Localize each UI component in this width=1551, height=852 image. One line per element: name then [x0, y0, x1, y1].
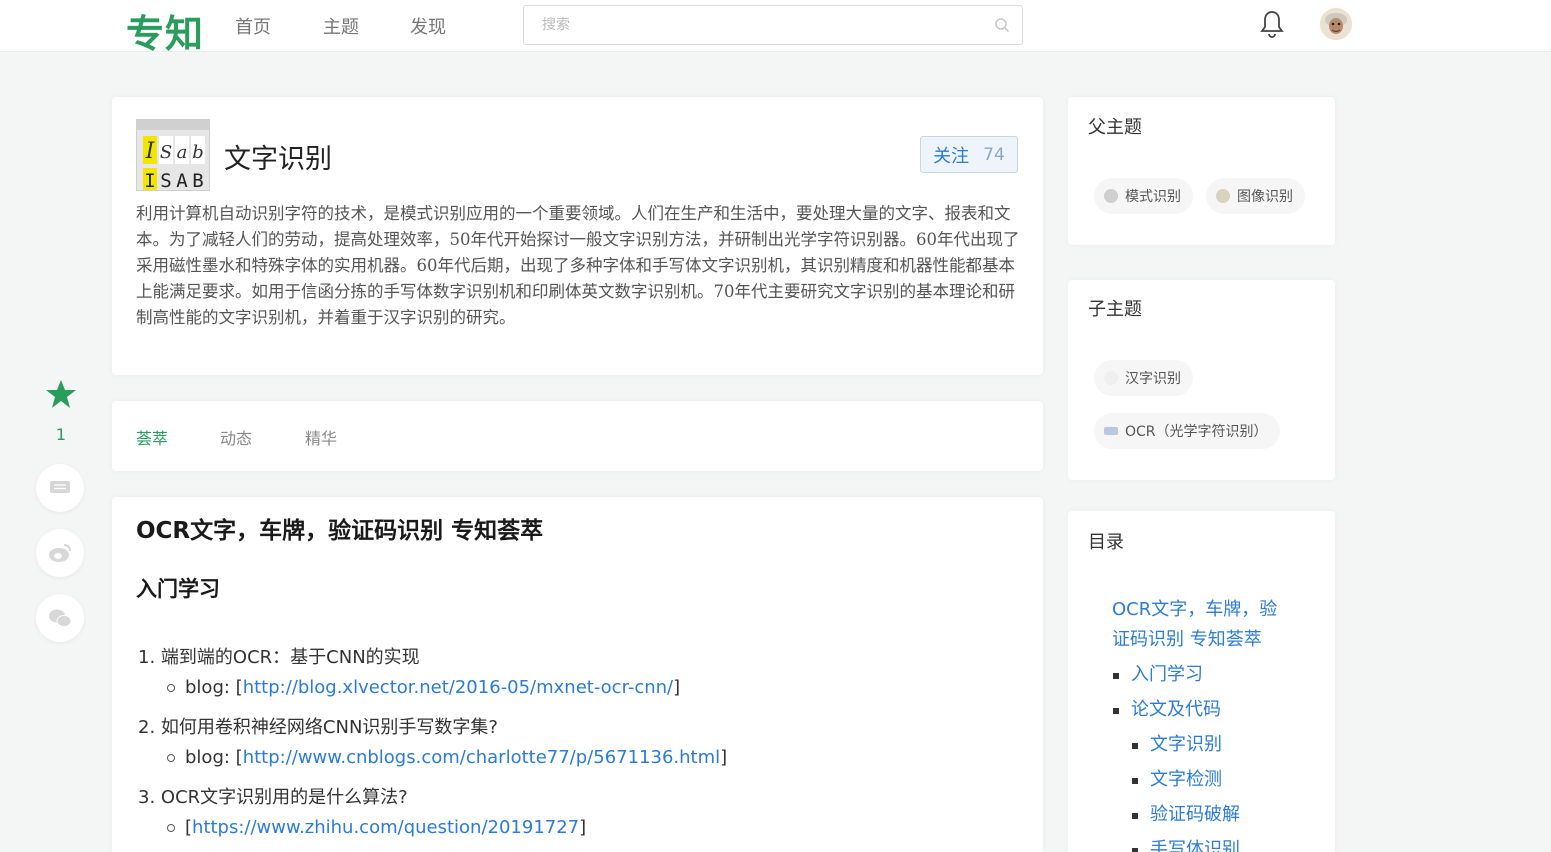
- follow-count: 74: [983, 144, 1005, 165]
- toc-bullet-icon: [1132, 848, 1138, 852]
- chip-label: 汉字识别: [1125, 371, 1181, 387]
- star-count: 1: [55, 425, 67, 444]
- topic-thumb-icon: [1216, 189, 1230, 203]
- article-link[interactable]: http://blog.xlvector.net/2016-05/mxnet-o…: [243, 677, 673, 698]
- topic-image-char: I: [145, 139, 156, 164]
- child-topics-card: 子主题 汉字识别 OCR（光学字符识别）: [1068, 280, 1335, 480]
- article-card: OCR文字，车牌，验证码识别 专知荟萃 入门学习 1. 端到端的OCR：基于CN…: [112, 497, 1043, 852]
- follow-label: 关注: [933, 145, 970, 167]
- topic-description: 利用计算机自动识别字符的技术，是模式识别应用的一个重要领域。人们在生产和生活中，…: [136, 204, 1020, 327]
- topic-card: I S a b I S A B 文字识别 关注 74 利用计算机自动识别字符的技…: [112, 97, 1043, 375]
- list-sub-item: blog: [http://blog.xlvector.net/2016-05/…: [167, 677, 680, 698]
- follow-button[interactable]: 关注 74: [920, 136, 1018, 173]
- topic-image-char: a: [177, 142, 188, 163]
- topic-image-char: B: [192, 170, 203, 191]
- topic-image-char: S: [160, 170, 171, 191]
- wechat-icon: [49, 609, 72, 627]
- topic-thumb-icon: [1104, 189, 1118, 203]
- article-link[interactable]: http://www.cnblogs.com/charlotte77/p/567…: [243, 747, 720, 768]
- nav-home[interactable]: 首页: [235, 13, 271, 39]
- weibo-share-button[interactable]: [36, 529, 84, 577]
- chip-label: 模式识别: [1125, 189, 1181, 205]
- article-title: OCR文字，车牌，验证码识别 专知荟萃: [136, 518, 544, 544]
- topic-image-char: A: [176, 170, 188, 191]
- topic-title: 文字识别: [224, 144, 332, 175]
- search-input[interactable]: [524, 6, 964, 44]
- topic-image: I S a b I S A B: [136, 119, 210, 191]
- section-heading: 入门学习: [136, 577, 220, 601]
- bell-icon[interactable]: [1258, 9, 1286, 39]
- tab-jinghua[interactable]: 精华: [305, 425, 337, 449]
- weibo-icon: [49, 544, 71, 562]
- topic-image-char: S: [160, 142, 172, 163]
- child-topic-chip[interactable]: 汉字识别: [1094, 360, 1193, 396]
- list-sub-item: blog: [http://www.cnblogs.com/charlotte7…: [167, 747, 727, 768]
- bullet-icon: [167, 823, 175, 832]
- chip-label: OCR（光学字符识别）: [1125, 424, 1268, 440]
- sub-prefix: [: [185, 817, 193, 838]
- list-text: 如何用卷积神经网络CNN识别手写数字集?: [160, 717, 498, 738]
- search-icon[interactable]: [994, 17, 1010, 33]
- toc-link[interactable]: 入门学习: [1131, 660, 1203, 690]
- parent-topic-chip[interactable]: 图像识别: [1206, 178, 1305, 214]
- site-logo[interactable]: 专知: [126, 3, 204, 58]
- child-topics-title: 子主题: [1088, 299, 1142, 320]
- topic-image-char: b: [192, 142, 204, 163]
- chip-label: 图像识别: [1237, 189, 1293, 205]
- sub-prefix: blog: [: [185, 747, 243, 768]
- toc-bullet-icon: [1113, 673, 1119, 679]
- toc-bullet-icon: [1132, 813, 1138, 819]
- toc-bullet-icon: [1132, 743, 1138, 749]
- tab-huicui[interactable]: 荟萃: [136, 425, 168, 449]
- parent-topics-title: 父主题: [1088, 117, 1142, 138]
- nav-topics[interactable]: 主题: [323, 13, 359, 39]
- toc-bullet-icon: [1132, 778, 1138, 784]
- list-number: 2.: [138, 717, 156, 738]
- nav-discover[interactable]: 发现: [410, 13, 446, 39]
- top-header: 专知 首页 主题 发现: [0, 0, 1551, 56]
- parent-topic-chip[interactable]: 模式识别: [1094, 178, 1193, 214]
- bullet-icon: [167, 683, 175, 692]
- list-sub-item: [https://www.zhihu.com/question/20191727…: [167, 817, 586, 838]
- search-box: [523, 5, 1023, 45]
- article-link[interactable]: https://www.zhihu.com/question/20191727: [192, 817, 579, 838]
- sub-suffix: ]: [720, 747, 728, 768]
- topic-thumb-icon: [1104, 427, 1118, 435]
- sub-prefix: blog: [: [185, 677, 243, 698]
- sub-suffix: ]: [673, 677, 681, 698]
- user-avatar[interactable]: [1320, 8, 1352, 40]
- toc-link[interactable]: 文字检测: [1150, 765, 1222, 795]
- toc-link[interactable]: OCR文字，车牌，验: [1112, 595, 1277, 625]
- toc-link[interactable]: 验证码破解: [1150, 800, 1240, 830]
- toc-card: 目录 OCR文字，车牌，验 证码识别 专知荟萃 入门学习 论文及代码 文字识别 …: [1068, 511, 1335, 852]
- list-item: 1. 端到端的OCR：基于CNN的实现: [138, 643, 420, 669]
- list-number: 1.: [138, 647, 156, 668]
- list-text: OCR文字识别用的是什么算法?: [160, 787, 408, 808]
- parent-topics-card: 父主题 模式识别 图像识别: [1068, 97, 1335, 245]
- list-number: 3.: [138, 787, 156, 808]
- toc-link[interactable]: 手写体识别: [1150, 835, 1240, 852]
- toc-link[interactable]: 证码识别 专知荟萃: [1112, 625, 1262, 655]
- topic-image-char: I: [144, 170, 155, 191]
- child-topic-chip[interactable]: OCR（光学字符识别）: [1094, 413, 1280, 449]
- topic-thumb-icon: [1104, 371, 1118, 385]
- toc-title: 目录: [1088, 532, 1124, 553]
- sub-suffix: ]: [579, 817, 587, 838]
- list-text: 端到端的OCR：基于CNN的实现: [160, 647, 420, 668]
- toc-link[interactable]: 文字识别: [1150, 730, 1222, 760]
- wechat-share-button[interactable]: [36, 594, 84, 642]
- tab-dongtai[interactable]: 动态: [220, 425, 252, 449]
- list-item: 3. OCR文字识别用的是什么算法?: [138, 783, 408, 809]
- bullet-icon: [167, 753, 175, 762]
- list-item: 2. 如何用卷积神经网络CNN识别手写数字集?: [138, 713, 498, 739]
- tabs-bar: 荟萃 动态 精华: [112, 401, 1043, 471]
- toc-bullet-icon: [1113, 708, 1119, 714]
- star-icon[interactable]: [44, 377, 78, 411]
- comment-button[interactable]: [36, 464, 84, 512]
- toc-link[interactable]: 论文及代码: [1131, 695, 1221, 725]
- comment-icon: [50, 481, 70, 493]
